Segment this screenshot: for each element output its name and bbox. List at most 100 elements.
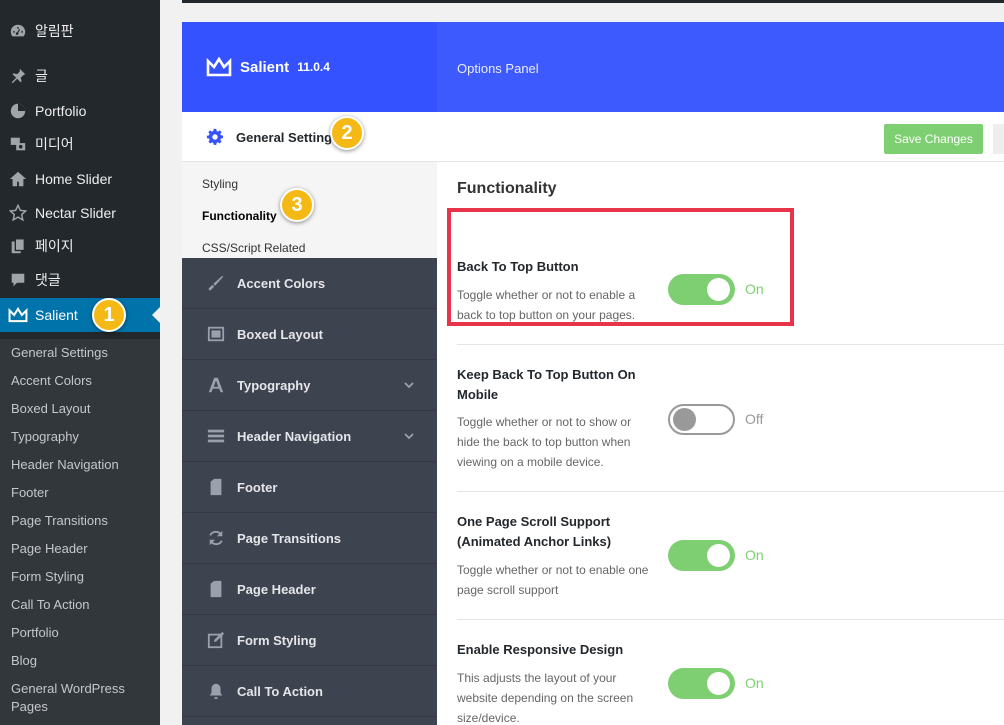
wp-menu-label: Salient — [35, 307, 78, 323]
refresh-icon — [206, 528, 226, 548]
section-footer[interactable]: Footer — [182, 462, 437, 513]
typography-icon — [206, 375, 226, 395]
option-one-page-scroll: One Page Scroll Support (Animated Anchor… — [457, 492, 1004, 620]
wp-submenu-item[interactable]: Call To Action — [11, 596, 156, 614]
toggle-knob — [707, 544, 730, 567]
toggle-knob — [707, 672, 730, 695]
callout-badge: 1 — [92, 298, 126, 332]
wp-menu-label: 페이지 — [35, 238, 74, 254]
reset-button[interactable] — [993, 124, 1004, 154]
section-label: Boxed Layout — [237, 326, 323, 342]
wp-menu-posts[interactable]: 글 — [0, 59, 160, 93]
wp-submenu-item[interactable]: Page Header — [11, 540, 156, 558]
page-icon — [206, 477, 226, 497]
page-gap — [160, 0, 182, 725]
section-call-to-action[interactable]: Call To Action — [182, 666, 437, 717]
option-title: One Page Scroll Support (Animated Anchor… — [457, 514, 612, 549]
wp-submenu-item[interactable]: Blog — [11, 652, 156, 670]
wp-submenu-item[interactable]: Portfolio — [11, 624, 156, 642]
wp-submenu-item[interactable]: Header Navigation — [11, 456, 156, 474]
wp-submenu-item[interactable]: Page Transitions — [11, 512, 156, 530]
wp-menu-dashboard[interactable]: 알림판 — [0, 14, 160, 48]
pages-icon — [8, 236, 28, 256]
callout-badge: 3 — [280, 188, 314, 222]
wp-menu-media[interactable]: 미디어 — [0, 127, 160, 161]
crown-logo-icon — [206, 57, 232, 77]
page-icon — [206, 579, 226, 599]
wp-submenu: General Settings Accent Colors Boxed Lay… — [0, 339, 160, 725]
option-responsive-design: Enable Responsive Design This adjusts th… — [457, 620, 1004, 725]
wp-submenu-item[interactable]: Typography — [11, 428, 156, 446]
responsive-design-toggle[interactable] — [668, 668, 735, 699]
panel-header: Options Panel — [437, 22, 1004, 112]
section-boxed-layout[interactable]: Boxed Layout — [182, 309, 437, 360]
section-accent-colors[interactable]: Accent Colors — [182, 258, 437, 309]
toggle-state: On — [745, 547, 764, 563]
boxed-layout-icon — [206, 324, 226, 344]
brand-name: Salient — [240, 58, 290, 76]
section-label: Page Transitions — [237, 530, 342, 546]
wp-menu-label: Home Slider — [35, 171, 113, 187]
option-description: Toggle whether or not to enable one page… — [457, 563, 649, 597]
wp-menu-pages[interactable]: 페이지 — [0, 229, 160, 263]
wp-menu-comments[interactable]: 댓글 — [0, 263, 160, 297]
wp-submenu-item[interactable]: Form Styling — [11, 568, 156, 586]
crown-icon — [8, 305, 28, 325]
highlight-box — [447, 208, 794, 326]
top-bar — [160, 0, 1004, 3]
option-back-to-top-mobile: Keep Back To Top Button On Mobile Toggle… — [457, 345, 1004, 492]
section-page-header[interactable]: Page Header — [182, 564, 437, 615]
section-nav: Accent Colors Boxed Layout Typography He… — [182, 258, 437, 725]
chevron-down-icon[interactable] — [403, 430, 415, 442]
option-description: This adjusts the layout of your website … — [457, 671, 634, 725]
wp-menu-label: 댓글 — [35, 272, 61, 288]
option-description: Toggle whether or not to show or hide th… — [457, 415, 632, 469]
wp-menu-label: 미디어 — [35, 136, 74, 152]
wp-submenu-item[interactable]: Boxed Layout — [11, 400, 156, 418]
section-typography[interactable]: Typography — [182, 360, 437, 411]
chevron-down-icon[interactable] — [403, 379, 415, 391]
dashboard-icon — [8, 21, 28, 41]
section-page-transitions[interactable]: Page Transitions — [182, 513, 437, 564]
wp-menu-label: Portfolio — [35, 103, 87, 119]
wp-submenu-item[interactable]: General WordPress Pages — [11, 680, 156, 716]
section-header-navigation[interactable]: Header Navigation — [182, 411, 437, 462]
toggle-knob — [673, 408, 696, 431]
general-settings-heading[interactable]: General Settings — [182, 112, 437, 162]
panel-title: Options Panel — [457, 61, 539, 76]
brand-version: 11.0.4 — [297, 60, 330, 74]
section-form-styling[interactable]: Form Styling — [182, 615, 437, 666]
save-changes-button[interactable]: Save Changes — [884, 124, 983, 154]
section-label: Call To Action — [237, 683, 323, 699]
star-icon — [8, 203, 28, 223]
wp-submenu-item[interactable]: Footer — [11, 484, 156, 502]
section-label: Header Navigation — [237, 428, 352, 444]
section-label: Page Header — [237, 581, 316, 597]
one-page-scroll-toggle[interactable] — [668, 540, 735, 571]
section-title: Functionality — [457, 180, 557, 197]
gear-icon — [206, 128, 224, 145]
home-icon — [8, 169, 28, 189]
wp-menu-label: Nectar Slider — [35, 205, 116, 221]
wp-menu-salient[interactable]: Salient — [0, 298, 160, 332]
wp-menu-portfolio[interactable]: Portfolio — [0, 94, 160, 128]
section-label: Form Styling — [237, 632, 317, 648]
menu-icon — [206, 426, 226, 446]
options-panel: Salient 11.0.4 Options Panel General Set… — [182, 22, 1004, 725]
pin-icon — [8, 66, 28, 86]
media-icon — [8, 134, 28, 154]
wp-menu-home-slider[interactable]: Home Slider — [0, 162, 160, 196]
section-label: Footer — [237, 479, 278, 495]
back-to-top-mobile-toggle[interactable] — [668, 404, 735, 435]
edit-icon — [206, 630, 226, 650]
section-label: Accent Colors — [237, 275, 326, 291]
option-title: Keep Back To Top Button On Mobile — [457, 367, 636, 402]
portfolio-icon — [8, 101, 28, 121]
wp-submenu-item[interactable]: General Settings — [11, 344, 156, 362]
comment-icon — [8, 270, 28, 290]
brush-icon — [206, 273, 226, 293]
bell-icon — [206, 681, 226, 701]
wp-menu-nectar-slider[interactable]: Nectar Slider — [0, 196, 160, 230]
wp-submenu-item[interactable]: Accent Colors — [11, 372, 156, 390]
toggle-state: Off — [745, 411, 764, 427]
